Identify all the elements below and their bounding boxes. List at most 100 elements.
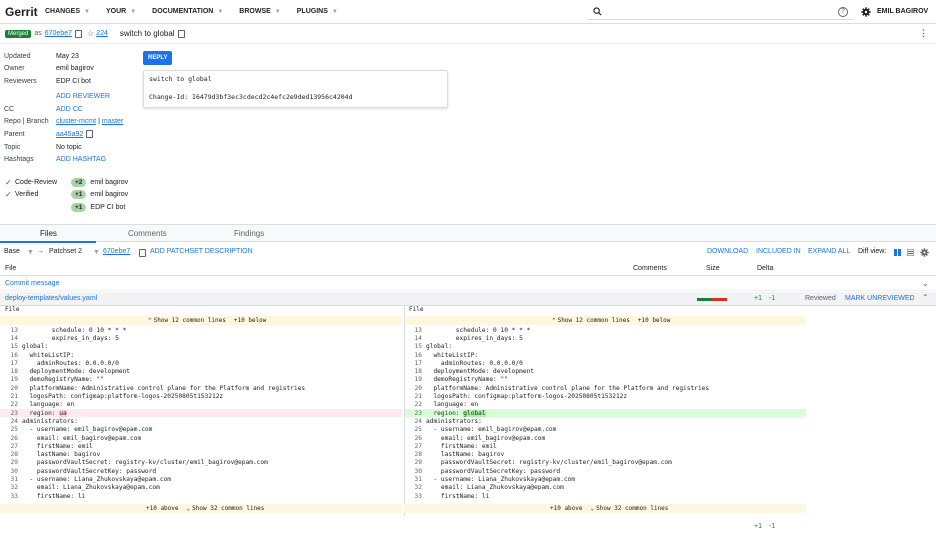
show-more-button[interactable]: +10 below	[234, 317, 267, 324]
line-number[interactable]: 14	[404, 335, 426, 342]
line-number[interactable]: 16	[0, 352, 22, 359]
line-number[interactable]: 33	[404, 493, 426, 500]
tab-comments[interactable]: Comments	[128, 229, 167, 238]
line-number[interactable]: 13	[0, 327, 22, 334]
line-number[interactable]: 22	[0, 401, 22, 408]
more-vert-icon[interactable]: ⋮	[919, 28, 928, 39]
line-number[interactable]: 13	[404, 327, 426, 334]
line-number[interactable]: 26	[404, 435, 426, 442]
line-number[interactable]: 18	[404, 368, 426, 375]
line-number[interactable]: 27	[0, 443, 22, 450]
bottom-context-right[interactable]: +10 above ⌄ Show 32 common lines	[404, 504, 806, 513]
line-number[interactable]: 24	[404, 418, 426, 425]
branch-link[interactable]: master	[102, 118, 123, 125]
file-path-link[interactable]: deploy-templates/values.yaml	[5, 295, 97, 302]
line-number[interactable]: 28	[404, 451, 426, 458]
copy-icon[interactable]	[177, 29, 185, 38]
line-number[interactable]: 30	[0, 468, 22, 475]
gear-icon[interactable]	[920, 248, 929, 257]
base-select[interactable]: Base	[4, 248, 20, 255]
line-number[interactable]: 25	[404, 426, 426, 433]
top-context-left[interactable]: ⌃ Show 12 common lines +10 below	[0, 316, 402, 325]
patchset-select[interactable]: Patchset 2	[49, 248, 82, 255]
nav-documentation[interactable]: DOCUMENTATION ▼	[152, 8, 223, 15]
add-patchset-description-button[interactable]: ADD PATCHSET DESCRIPTION	[150, 248, 253, 255]
gear-icon[interactable]	[861, 7, 871, 17]
line-number[interactable]: 32	[404, 484, 426, 491]
patchset-commit-link[interactable]: 670ebe7	[103, 248, 130, 255]
line-number[interactable]: 17	[404, 360, 426, 367]
copy-icon[interactable]	[86, 130, 94, 138]
line-number[interactable]: 33	[0, 493, 22, 500]
chevron-up-icon[interactable]: ⌃	[922, 293, 929, 302]
line-number[interactable]: 31	[0, 476, 22, 483]
line-number[interactable]: 17	[0, 360, 22, 367]
help-icon[interactable]: ?	[838, 7, 848, 17]
vote-chip[interactable]: +1	[71, 190, 87, 199]
reviewer-value[interactable]: EDP CI bot	[56, 78, 91, 85]
show-common-lines-button[interactable]: Show 32 common lines	[596, 505, 668, 512]
commit-message-link[interactable]: Commit message	[5, 280, 59, 287]
line-number[interactable]: 18	[0, 368, 22, 375]
line-number[interactable]: 31	[404, 476, 426, 483]
show-common-lines-button[interactable]: Show 12 common lines	[558, 317, 630, 324]
line-number[interactable]: 28	[0, 451, 22, 458]
expand-all-button[interactable]: EXPAND ALL	[808, 248, 850, 255]
line-number[interactable]: 20	[0, 385, 22, 392]
line-number[interactable]: 15	[404, 343, 426, 350]
user-menu[interactable]: EMIL BAGIROV	[877, 8, 928, 15]
line-number[interactable]: 19	[404, 376, 426, 383]
show-more-button[interactable]: +10 above	[146, 505, 179, 512]
line-number[interactable]: 30	[404, 468, 426, 475]
unified-view-icon[interactable]	[907, 249, 914, 256]
file-row[interactable]: deploy-templates/values.yaml +1 -1 Revie…	[0, 292, 936, 306]
line-number[interactable]: 27	[404, 443, 426, 450]
line-number[interactable]: 29	[0, 459, 22, 466]
commit-message-file-row[interactable]: Commit message ⌄	[0, 277, 936, 291]
nav-changes[interactable]: CHANGES ▼	[45, 8, 90, 15]
repo-link[interactable]: cluster-mcmt	[56, 118, 96, 125]
line-number[interactable]: 24	[0, 418, 22, 425]
copy-icon[interactable]	[139, 249, 146, 257]
line-number[interactable]: 26	[0, 435, 22, 442]
line-number[interactable]: 25	[0, 426, 22, 433]
side-by-side-icon[interactable]	[894, 249, 901, 256]
commit-link[interactable]: 670ebe7	[45, 30, 72, 37]
nav-browse[interactable]: BROWSE ▼	[239, 8, 280, 15]
show-more-button[interactable]: +10 above	[550, 505, 583, 512]
add-cc-button[interactable]: ADD CC	[56, 106, 83, 113]
line-number[interactable]: 23	[0, 410, 22, 417]
line-number[interactable]: 29	[404, 459, 426, 466]
parent-link[interactable]: aa45a92	[56, 131, 83, 138]
owner-value[interactable]: emil bagirov	[56, 65, 94, 72]
bottom-context-left[interactable]: +10 above ⌄ Show 32 common lines	[0, 504, 402, 513]
line-number[interactable]: 19	[0, 376, 22, 383]
download-button[interactable]: DOWNLOAD	[707, 248, 748, 255]
line-number[interactable]: 15	[0, 343, 22, 350]
line-number[interactable]: 14	[0, 335, 22, 342]
line-number[interactable]: 20	[404, 385, 426, 392]
show-common-lines-button[interactable]: Show 32 common lines	[192, 505, 264, 512]
star-icon[interactable]: ☆	[87, 29, 94, 38]
line-number[interactable]: 16	[404, 352, 426, 359]
included-in-button[interactable]: INCLUDED IN	[756, 248, 801, 255]
nav-plugins[interactable]: PLUGINS ▼	[297, 8, 338, 15]
mark-unreviewed-button[interactable]: MARK UNREVIEWED	[845, 295, 915, 302]
line-number[interactable]: 21	[0, 393, 22, 400]
line-number[interactable]: 21	[404, 393, 426, 400]
show-more-button[interactable]: +10 below	[638, 317, 671, 324]
vote-chip[interactable]: +2	[71, 177, 87, 187]
search-input[interactable]: ?	[588, 4, 854, 20]
tab-files[interactable]: Files	[40, 229, 57, 238]
chevron-down-icon[interactable]: ⌄	[922, 279, 929, 288]
change-number-link[interactable]: 224	[96, 30, 108, 37]
line-number[interactable]: 22	[404, 401, 426, 408]
vote-chip[interactable]: +1	[71, 202, 87, 212]
copy-icon[interactable]	[75, 29, 83, 38]
show-common-lines-button[interactable]: Show 12 common lines	[154, 317, 226, 324]
line-number[interactable]: 32	[0, 484, 22, 491]
reply-button[interactable]: REPLY	[143, 51, 173, 65]
add-reviewer-button[interactable]: ADD REVIEWER	[56, 93, 110, 100]
add-hashtag-button[interactable]: ADD HASHTAG	[56, 156, 106, 163]
line-number[interactable]: 23	[404, 410, 426, 417]
